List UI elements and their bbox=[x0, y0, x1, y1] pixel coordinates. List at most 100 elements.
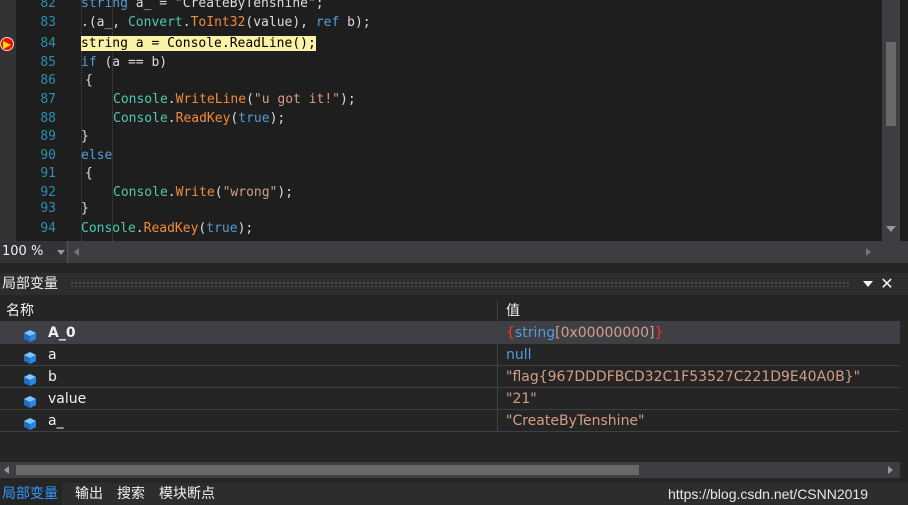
code-token: ); bbox=[269, 111, 286, 126]
code-line[interactable]: string a_ = "CreateByTenshine"; bbox=[81, 0, 324, 13]
code-token: "wrong" bbox=[222, 185, 278, 200]
code-token: } bbox=[81, 129, 89, 144]
code-token: ReadKey bbox=[143, 221, 199, 236]
scroll-down-icon[interactable] bbox=[886, 226, 896, 232]
code-line[interactable]: Console.ReadKey(true); bbox=[113, 110, 285, 128]
line-number: 88 bbox=[40, 111, 56, 126]
scroll-left-icon[interactable] bbox=[4, 466, 9, 474]
scrollbar-thumb[interactable] bbox=[16, 465, 639, 475]
code-line[interactable]: Console.ReadKey(true); bbox=[81, 220, 253, 238]
breakpoint-margin[interactable] bbox=[0, 0, 16, 241]
table-row[interactable]: b "flag{967DDDFBCD32C1F53527C221D9E40A0B}… bbox=[0, 366, 900, 388]
zoom-dropdown[interactable]: 100 % bbox=[0, 241, 68, 263]
code-line[interactable]: { bbox=[85, 72, 93, 90]
value-token: "CreateByTenshine" bbox=[506, 413, 645, 429]
code-token: (value), bbox=[245, 15, 316, 30]
code-line[interactable]: } bbox=[81, 128, 89, 146]
variable-value[interactable]: "21" bbox=[506, 388, 537, 410]
variable-value[interactable]: "flag{967DDDFBCD32C1F53527C221D9E40A0B}" bbox=[506, 366, 860, 388]
code-line[interactable]: { bbox=[85, 165, 93, 183]
line-number: 82 bbox=[40, 0, 56, 11]
variable-name: b bbox=[48, 369, 57, 385]
value-token: "flag{967DDDFBCD32C1F53527C221D9E40A0B}" bbox=[506, 369, 861, 385]
scroll-left-icon[interactable] bbox=[74, 248, 79, 256]
grid-header: 名称 值 bbox=[0, 300, 900, 322]
code-token: ( bbox=[214, 185, 223, 200]
code-token: { bbox=[85, 166, 93, 181]
tab-module-breakpoints[interactable]: 模块断点 bbox=[159, 483, 215, 505]
code-line[interactable]: } bbox=[81, 200, 89, 218]
variable-name: A_0 bbox=[48, 325, 76, 341]
line-number: 94 bbox=[40, 221, 56, 236]
code-token: true bbox=[238, 111, 270, 126]
chevron-down-icon[interactable] bbox=[57, 250, 65, 255]
table-row[interactable]: a null bbox=[0, 344, 900, 366]
scroll-right-icon[interactable] bbox=[866, 248, 871, 256]
code-token: ReadKey bbox=[175, 111, 231, 126]
current-statement-arrow-icon bbox=[3, 41, 11, 49]
code-area[interactable]: string a_ = "CreateByTenshine"; .(a_, Con… bbox=[60, 0, 880, 241]
code-token: true bbox=[206, 221, 238, 236]
variable-cube-icon bbox=[24, 371, 36, 386]
variable-cube-icon bbox=[24, 393, 36, 408]
code-token: ); bbox=[237, 221, 254, 236]
line-number: 84 bbox=[40, 36, 56, 51]
table-row[interactable]: a_ "CreateByTenshine" bbox=[0, 410, 900, 432]
scrollbar-thumb[interactable] bbox=[886, 42, 896, 126]
code-token: { bbox=[85, 73, 93, 88]
value-token: string bbox=[514, 325, 556, 341]
line-number: 83 bbox=[40, 15, 56, 30]
locals-panel: 局部变量 ✕ 名称 值 A_0 {string[0x00000000]} a null… bbox=[0, 263, 908, 483]
code-token: "u got it!" bbox=[253, 92, 340, 107]
panel-header: 局部变量 ✕ bbox=[0, 273, 908, 295]
variable-name: value bbox=[48, 391, 87, 407]
code-token: Write bbox=[175, 185, 215, 200]
value-token: null bbox=[506, 347, 532, 363]
code-line[interactable]: if (a == b) bbox=[81, 54, 167, 72]
panel-title: 局部变量 bbox=[2, 276, 58, 292]
code-line[interactable]: Console.WriteLine("u got it!"); bbox=[113, 91, 356, 109]
column-header-name[interactable]: 名称 bbox=[6, 300, 34, 322]
column-header-value[interactable]: 值 bbox=[506, 300, 520, 322]
code-token: Console bbox=[113, 111, 168, 126]
code-token: } bbox=[81, 201, 89, 216]
code-token: Console bbox=[81, 221, 136, 236]
code-token: .(a_, bbox=[81, 15, 128, 30]
code-token: . bbox=[182, 15, 191, 30]
code-token: ); bbox=[277, 185, 294, 200]
tab-output[interactable]: 输出 bbox=[75, 483, 103, 505]
table-row[interactable]: value "21" bbox=[0, 388, 900, 410]
code-token: string bbox=[81, 0, 128, 11]
variable-value[interactable]: null bbox=[506, 344, 532, 366]
code-line[interactable]: string a = Console.ReadLine(); bbox=[81, 35, 316, 53]
variable-value[interactable]: "CreateByTenshine" bbox=[506, 410, 645, 432]
code-line[interactable]: Console.Write("wrong"); bbox=[113, 184, 293, 202]
value-token: { bbox=[506, 325, 515, 341]
tab-search[interactable]: 搜索 bbox=[117, 483, 145, 505]
editor-vertical-scrollbar[interactable] bbox=[882, 0, 900, 241]
code-token: ref bbox=[315, 15, 340, 30]
panel-drag-grip[interactable] bbox=[70, 281, 850, 287]
panel-options-chevron-icon[interactable] bbox=[863, 281, 873, 287]
variable-cube-icon bbox=[24, 327, 36, 342]
code-token: ( bbox=[246, 92, 254, 107]
variable-cube-icon bbox=[24, 349, 36, 364]
scroll-right-icon[interactable] bbox=[888, 466, 893, 474]
tab-locals[interactable]: 局部变量 bbox=[0, 483, 62, 505]
code-line[interactable]: else bbox=[81, 147, 112, 165]
breakpoint-current-statement-icon[interactable] bbox=[0, 37, 14, 51]
table-row[interactable]: A_0 {string[0x00000000]} bbox=[0, 322, 900, 344]
panel-horizontal-scrollbar[interactable] bbox=[0, 462, 900, 478]
line-number: 93 bbox=[40, 201, 56, 216]
code-line[interactable]: .(a_, Convert.ToInt32(value), ref b); bbox=[81, 14, 371, 32]
code-token: Convert bbox=[127, 15, 183, 30]
variable-value[interactable]: {string[0x00000000]} bbox=[506, 322, 663, 344]
value-token: "21" bbox=[506, 391, 537, 407]
code-token: string a = Console.ReadLine(); bbox=[81, 36, 316, 51]
code-token: WriteLine bbox=[175, 92, 247, 107]
code-token: Console bbox=[113, 92, 168, 107]
close-icon[interactable]: ✕ bbox=[879, 274, 895, 294]
line-number: 86 bbox=[40, 73, 56, 88]
code-token: (a == b) bbox=[96, 55, 168, 70]
code-editor[interactable]: 82 83 84 85 86 87 88 89 90 91 92 93 94 string a_ = "… bbox=[0, 0, 908, 241]
